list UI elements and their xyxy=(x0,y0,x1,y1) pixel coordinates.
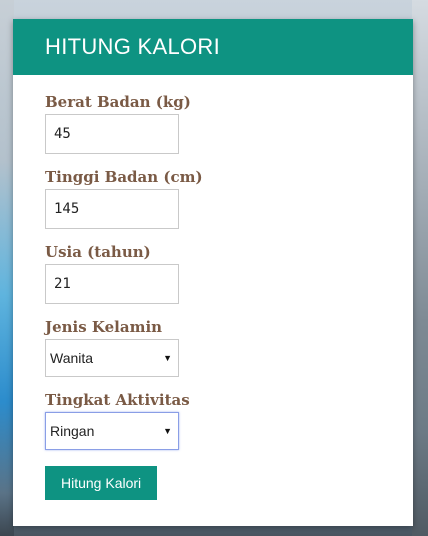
weight-label: Berat Badan (kg) xyxy=(45,93,191,111)
chevron-down-icon: ▼ xyxy=(163,353,172,363)
activity-selected-value: Ringan xyxy=(50,423,95,439)
gender-selected-value: Wanita xyxy=(50,350,94,366)
gender-field-group: Jenis Kelamin Wanita ▼ xyxy=(45,318,413,377)
weight-field-group: Berat Badan (kg) xyxy=(45,93,413,154)
height-input[interactable] xyxy=(45,189,179,229)
calorie-form: Berat Badan (kg) Tinggi Badan (cm) Usia … xyxy=(13,75,413,500)
background-left xyxy=(0,0,14,536)
gender-label: Jenis Kelamin xyxy=(45,318,163,336)
activity-select[interactable]: Ringan ▼ xyxy=(45,412,179,450)
height-field-group: Tinggi Badan (cm) xyxy=(45,168,413,229)
activity-label: Tingkat Aktivitas xyxy=(45,391,190,409)
card-header: HITUNG KALORI xyxy=(13,19,413,75)
height-label: Tinggi Badan (cm) xyxy=(45,168,203,186)
age-input[interactable] xyxy=(45,264,179,304)
age-field-group: Usia (tahun) xyxy=(45,243,413,304)
gender-select[interactable]: Wanita ▼ xyxy=(45,339,179,377)
calorie-calculator-card: HITUNG KALORI Berat Badan (kg) Tinggi Ba… xyxy=(13,19,413,526)
age-label: Usia (tahun) xyxy=(45,243,151,261)
calculate-calories-button[interactable]: Hitung Kalori xyxy=(45,466,158,500)
background-right xyxy=(412,0,428,536)
chevron-down-icon: ▼ xyxy=(163,426,172,436)
page-title: HITUNG KALORI xyxy=(45,34,221,59)
weight-input[interactable] xyxy=(45,114,179,154)
activity-field-group: Tingkat Aktivitas Ringan ▼ xyxy=(45,391,413,450)
